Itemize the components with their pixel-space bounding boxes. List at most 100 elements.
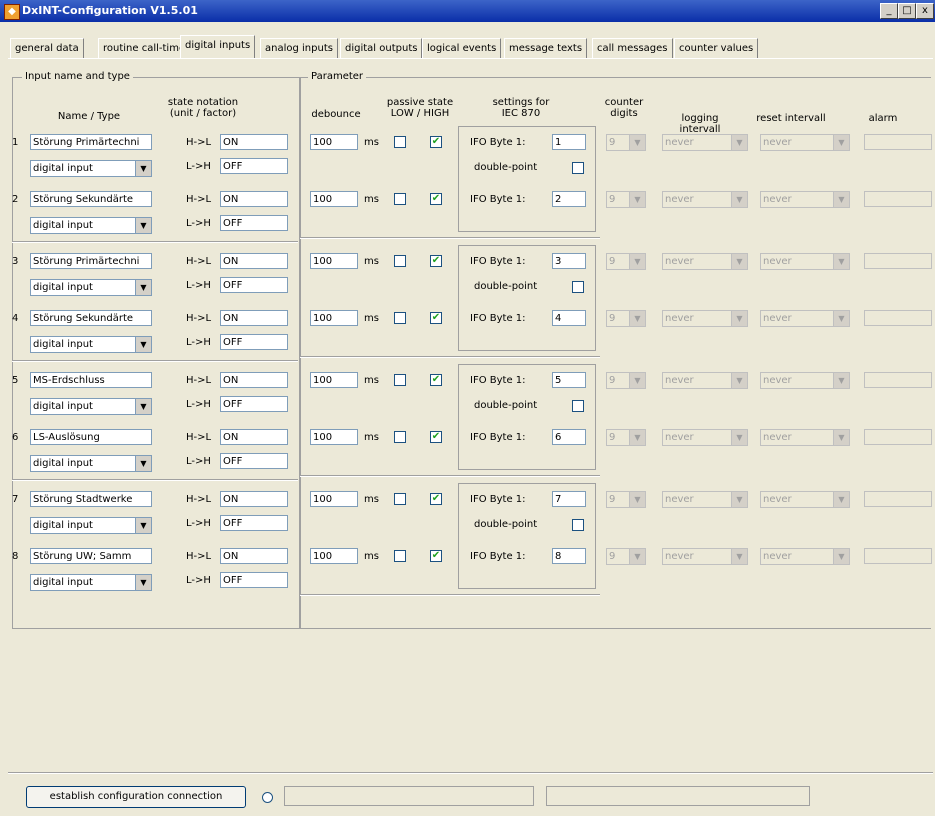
input-type-select-value: digital input <box>33 401 93 412</box>
tab-digital-outputs[interactable]: digital outputs <box>340 38 423 59</box>
input-type-select[interactable]: digital input ▼ <box>30 517 152 534</box>
chevron-down-icon: ▼ <box>629 492 645 507</box>
ifo-byte-field[interactable]: 6 <box>552 429 586 445</box>
passive-low-checkbox[interactable] <box>394 550 406 562</box>
debounce-field[interactable]: 100 <box>310 429 358 445</box>
debounce-field[interactable]: 100 <box>310 253 358 269</box>
ifo-byte-field[interactable]: 2 <box>552 191 586 207</box>
hl-notation-field[interactable]: ON <box>220 310 288 326</box>
hl-notation-field[interactable]: ON <box>220 429 288 445</box>
hl-notation-field[interactable]: ON <box>220 491 288 507</box>
debounce-field[interactable]: 100 <box>310 548 358 564</box>
counter-digits-value: 9 <box>609 194 616 205</box>
tab-message-texts[interactable]: message texts <box>504 38 588 59</box>
passive-high-checkbox[interactable]: ✔ <box>430 431 442 443</box>
logging-interval-select: never ▼ <box>662 134 748 151</box>
chevron-down-icon: ▼ <box>731 192 747 207</box>
lh-notation-field[interactable]: OFF <box>220 277 288 293</box>
hl-notation-field[interactable]: ON <box>220 191 288 207</box>
passive-low-checkbox[interactable] <box>394 255 406 267</box>
lh-notation-field[interactable]: OFF <box>220 158 288 174</box>
input-name-field[interactable]: Störung Stadtwerke <box>30 491 152 507</box>
debounce-field[interactable]: 100 <box>310 372 358 388</box>
input-type-select[interactable]: digital input ▼ <box>30 160 152 177</box>
chevron-down-icon[interactable]: ▼ <box>135 575 151 590</box>
tab-digital-inputs[interactable]: digital inputs <box>180 35 256 60</box>
tab-general-data[interactable]: general data <box>10 38 84 59</box>
alarm-field <box>864 491 932 507</box>
passive-high-checkbox[interactable]: ✔ <box>430 374 442 386</box>
passive-low-checkbox[interactable] <box>394 374 406 386</box>
lh-notation-field[interactable]: OFF <box>220 396 288 412</box>
chevron-down-icon[interactable]: ▼ <box>135 456 151 471</box>
debounce-field[interactable]: 100 <box>310 310 358 326</box>
lh-label: L->H <box>186 575 211 586</box>
tab-analog-inputs[interactable]: analog inputs <box>260 38 338 59</box>
reset-interval-select: never ▼ <box>760 429 850 446</box>
input-type-select[interactable]: digital input ▼ <box>30 455 152 472</box>
input-name-field[interactable]: MS-Erdschluss <box>30 372 152 388</box>
passive-high-checkbox[interactable]: ✔ <box>430 550 442 562</box>
input-type-select[interactable]: digital input ▼ <box>30 336 152 353</box>
title-bar[interactable]: ◆ DxINT-Configuration V1.5.01 _ □ x <box>0 0 935 22</box>
row-number: 3 <box>12 256 19 267</box>
input-name-field[interactable]: LS-Auslösung <box>30 429 152 445</box>
chevron-down-icon[interactable]: ▼ <box>135 518 151 533</box>
input-type-select[interactable]: digital input ▼ <box>30 217 152 234</box>
input-name-field[interactable]: Störung Sekundärte <box>30 310 152 326</box>
reset-interval-value: never <box>763 313 792 324</box>
passive-high-checkbox[interactable]: ✔ <box>430 136 442 148</box>
hl-notation-field[interactable]: ON <box>220 548 288 564</box>
group-divider <box>12 479 298 481</box>
minimize-button[interactable]: _ <box>880 3 898 19</box>
debounce-field[interactable]: 100 <box>310 191 358 207</box>
lh-notation-field[interactable]: OFF <box>220 453 288 469</box>
passive-low-checkbox[interactable] <box>394 193 406 205</box>
lh-notation-field[interactable]: OFF <box>220 572 288 588</box>
restore-button[interactable]: □ <box>898 3 916 19</box>
input-name-field[interactable]: Störung Primärtechni <box>30 253 152 269</box>
lh-notation-field[interactable]: OFF <box>220 215 288 231</box>
input-name-field[interactable]: Störung Primärtechni <box>30 134 152 150</box>
passive-high-checkbox[interactable]: ✔ <box>430 255 442 267</box>
chevron-down-icon[interactable]: ▼ <box>135 280 151 295</box>
chevron-down-icon[interactable]: ▼ <box>135 399 151 414</box>
tab-counter-values[interactable]: counter values <box>674 38 759 59</box>
input-type-select[interactable]: digital input ▼ <box>30 398 152 415</box>
debounce-field[interactable]: 100 <box>310 134 358 150</box>
chevron-down-icon[interactable]: ▼ <box>135 218 151 233</box>
input-type-select[interactable]: digital input ▼ <box>30 574 152 591</box>
hl-notation-field[interactable]: ON <box>220 134 288 150</box>
chevron-down-icon[interactable]: ▼ <box>135 161 151 176</box>
input-name-field[interactable]: Störung UW; Samm <box>30 548 152 564</box>
chevron-down-icon[interactable]: ▼ <box>135 337 151 352</box>
ifo-byte-field[interactable]: 8 <box>552 548 586 564</box>
lh-notation-field[interactable]: OFF <box>220 334 288 350</box>
logging-interval-value: never <box>665 375 694 386</box>
close-button[interactable]: x <box>916 3 934 19</box>
passive-high-checkbox[interactable]: ✔ <box>430 312 442 324</box>
ifo-byte-label: IFO Byte 1: <box>470 551 526 562</box>
ifo-byte-label: IFO Byte 1: <box>470 432 526 443</box>
tab-logical-events[interactable]: logical events <box>422 38 502 59</box>
passive-low-checkbox[interactable] <box>394 493 406 505</box>
connection-radio[interactable] <box>262 792 273 803</box>
passive-high-checkbox[interactable]: ✔ <box>430 493 442 505</box>
chevron-down-icon: ▼ <box>629 549 645 564</box>
passive-low-checkbox[interactable] <box>394 136 406 148</box>
passive-low-checkbox[interactable] <box>394 312 406 324</box>
input-name-field[interactable]: Störung Sekundärte <box>30 191 152 207</box>
debounce-field[interactable]: 100 <box>310 491 358 507</box>
passive-high-checkbox[interactable]: ✔ <box>430 193 442 205</box>
input-type-select[interactable]: digital input ▼ <box>30 279 152 296</box>
alarm-field <box>864 253 932 269</box>
ifo-byte-field[interactable]: 4 <box>552 310 586 326</box>
hl-notation-field[interactable]: ON <box>220 253 288 269</box>
establish-connection-button[interactable]: establish configuration connection <box>26 786 246 808</box>
tab-call-messages[interactable]: call messages <box>592 38 673 59</box>
ms-unit: ms <box>364 551 379 562</box>
hl-notation-field[interactable]: ON <box>220 372 288 388</box>
lh-notation-field[interactable]: OFF <box>220 515 288 531</box>
passive-low-checkbox[interactable] <box>394 431 406 443</box>
logging-interval-value: never <box>665 137 694 148</box>
